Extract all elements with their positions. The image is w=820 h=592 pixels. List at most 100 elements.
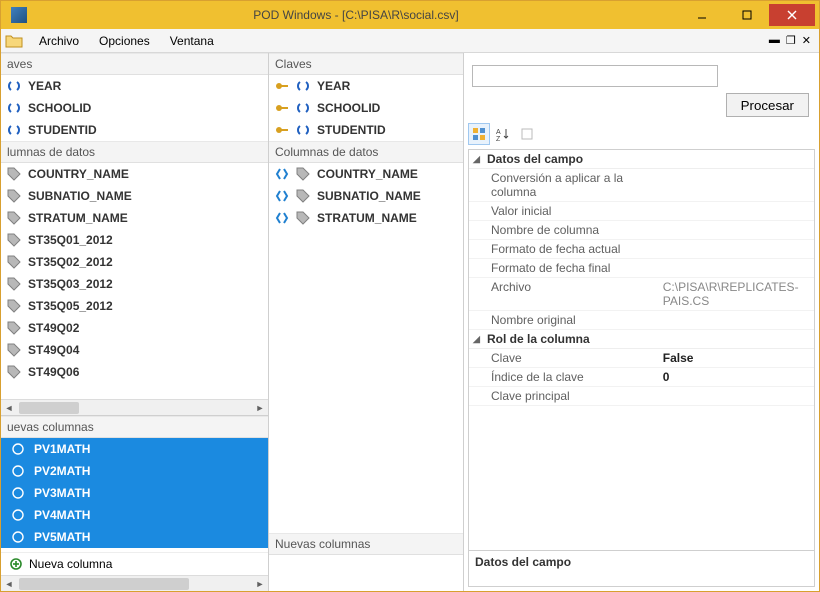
tag-icon <box>7 255 21 269</box>
key-row: STUDENTID <box>269 119 463 141</box>
prop-row: ClaveFalse <box>469 349 814 368</box>
property-grid[interactable]: ◢Datos del campo Conversión a aplicar a … <box>468 149 815 551</box>
property-toolbar: AZ <box>468 121 815 149</box>
header-columnas-mid: Columnas de datos <box>269 141 463 163</box>
column-row: SUBNATIO_NAME <box>1 185 268 207</box>
maximize-button[interactable] <box>724 4 769 26</box>
header-nuevas-left: uevas columnas <box>1 416 268 438</box>
categorized-view-button[interactable] <box>468 123 490 145</box>
tag-icon <box>7 211 21 225</box>
key-row: YEAR <box>269 75 463 97</box>
column-row: COUNTRY_NAME <box>1 163 268 185</box>
prop-row: Formato de fecha final <box>469 259 814 278</box>
minimize-button[interactable] <box>679 4 724 26</box>
tag-icon <box>296 211 310 225</box>
tag-icon <box>296 167 310 181</box>
column-row: ST35Q02_2012 <box>1 251 268 273</box>
folder-icon[interactable] <box>5 33 23 49</box>
new-column-label: Nueva columna <box>29 557 112 571</box>
new-column-row: PV1MATH <box>1 438 268 460</box>
keys-list-mid[interactable]: YEAR SCHOOLID STUDENTID <box>269 75 463 141</box>
brackets-icon <box>275 189 289 203</box>
tag-icon <box>7 365 21 379</box>
keys-list-left[interactable]: YEAR SCHOOLID STUDENTID <box>1 75 268 141</box>
prop-row: Nombre de columna <box>469 221 814 240</box>
menu-ventana[interactable]: Ventana <box>162 32 222 50</box>
circle-icon <box>11 442 25 456</box>
menubar: Archivo Opciones Ventana ▬ ❐ ✕ <box>1 29 819 53</box>
header-claves-left: aves <box>1 53 268 75</box>
new-columns-list[interactable]: PV1MATH PV2MATH PV3MATH PV4MATH PV5MATH <box>1 438 268 552</box>
column-row: STRATUM_NAME <box>1 207 268 229</box>
circle-icon <box>11 486 25 500</box>
new-column-row: PV3MATH <box>1 482 268 504</box>
circle-icon <box>11 508 25 522</box>
columns-list-mid[interactable]: COUNTRY_NAME SUBNATIO_NAME STRATUM_NAME <box>269 163 463 533</box>
horseshoe-icon <box>296 123 310 137</box>
key-row: SCHOOLID <box>269 97 463 119</box>
column-row: ST49Q02 <box>1 317 268 339</box>
mdi-window-controls: ▬ ❐ ✕ <box>769 34 815 47</box>
new-column-row: PV5MATH <box>1 526 268 548</box>
procesar-button[interactable]: Procesar <box>726 93 809 117</box>
alphabetical-view-button[interactable]: AZ <box>492 123 514 145</box>
collapse-icon[interactable]: ◢ <box>473 154 483 165</box>
menu-opciones[interactable]: Opciones <box>91 32 158 50</box>
key-icon <box>275 101 289 115</box>
svg-text:A: A <box>496 129 501 136</box>
mdi-restore-icon[interactable]: ❐ <box>786 34 796 47</box>
horseshoe-icon <box>7 79 21 93</box>
app-icon <box>11 7 27 23</box>
window-title: POD Windows - [C:\PISA\R\social.csv] <box>33 8 679 22</box>
key-row: STUDENTID <box>1 119 268 141</box>
property-description: Datos del campo <box>468 551 815 587</box>
mdi-minimize-icon[interactable]: ▬ <box>769 34 780 47</box>
horseshoe-icon <box>296 79 310 93</box>
header-claves-mid: Claves <box>269 53 463 75</box>
property-pages-button[interactable] <box>516 123 538 145</box>
tag-icon <box>296 189 310 203</box>
h-scrollbar-left[interactable]: ◄► <box>1 399 268 415</box>
column-row: ST35Q05_2012 <box>1 295 268 317</box>
left-panel: aves YEAR SCHOOLID STUDENTID lumnas de d… <box>1 53 269 591</box>
horseshoe-icon <box>7 101 21 115</box>
new-column-row: PV4MATH <box>1 504 268 526</box>
column-row: COUNTRY_NAME <box>269 163 463 185</box>
column-row: ST35Q03_2012 <box>1 273 268 295</box>
menu-archivo[interactable]: Archivo <box>31 32 87 50</box>
header-columnas-left: lumnas de datos <box>1 141 268 163</box>
tag-icon <box>7 189 21 203</box>
column-row: ST49Q06 <box>1 361 268 383</box>
new-column-footer[interactable]: Nueva columna <box>1 552 268 575</box>
prop-row: Nombre original <box>469 311 814 330</box>
horseshoe-icon <box>296 101 310 115</box>
prop-row: Índice de la clave0 <box>469 368 814 387</box>
circle-icon <box>11 530 25 544</box>
prop-row: Clave principal <box>469 387 814 406</box>
columns-list-left[interactable]: COUNTRY_NAME SUBNATIO_NAME STRATUM_NAME … <box>1 163 268 399</box>
mdi-close-icon[interactable]: ✕ <box>802 34 811 47</box>
prop-row: Formato de fecha actual <box>469 240 814 259</box>
prop-category: ◢Datos del campo <box>469 150 814 169</box>
window-titlebar: POD Windows - [C:\PISA\R\social.csv] <box>1 1 819 29</box>
prop-row: Conversión a aplicar a la columna <box>469 169 814 202</box>
header-nuevas-mid: Nuevas columnas <box>269 533 463 555</box>
key-icon <box>275 79 289 93</box>
brackets-icon <box>275 211 289 225</box>
tag-icon <box>7 299 21 313</box>
tag-icon <box>7 321 21 335</box>
h-scrollbar-bottom[interactable]: ◄► <box>1 575 268 591</box>
add-icon <box>9 557 23 571</box>
column-row: SUBNATIO_NAME <box>269 185 463 207</box>
search-input[interactable] <box>472 65 718 87</box>
brackets-icon <box>275 167 289 181</box>
key-icon <box>275 123 289 137</box>
prop-row: ArchivoC:\PISA\R\REPLICATES-PAIS.CS <box>469 278 814 311</box>
horseshoe-icon <box>7 123 21 137</box>
tag-icon <box>7 343 21 357</box>
column-row: ST35Q01_2012 <box>1 229 268 251</box>
collapse-icon[interactable]: ◢ <box>473 334 483 345</box>
close-button[interactable] <box>769 4 815 26</box>
mid-panel: Claves YEAR SCHOOLID STUDENTID Columnas … <box>269 53 464 591</box>
key-row: YEAR <box>1 75 268 97</box>
